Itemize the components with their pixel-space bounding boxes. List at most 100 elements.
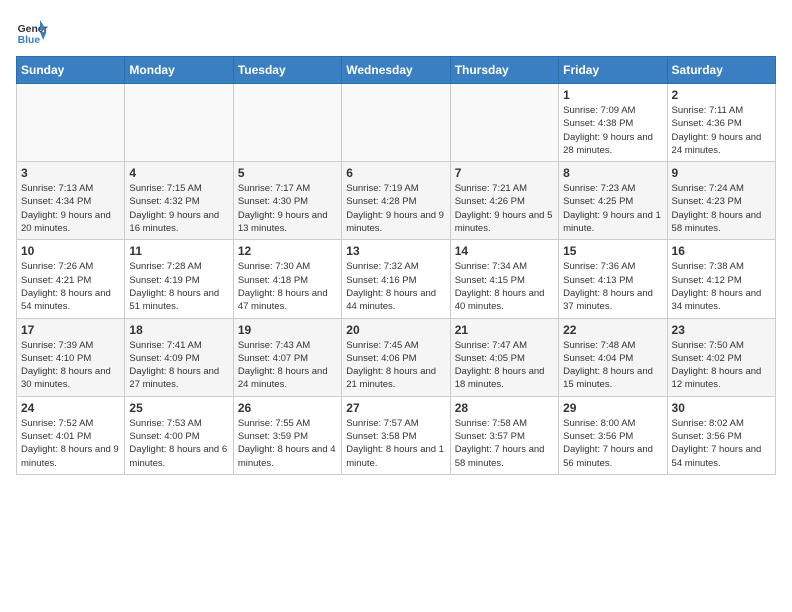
day-info: Sunrise: 7:09 AM Sunset: 4:38 PM Dayligh… (563, 104, 662, 157)
calendar-cell (125, 84, 233, 162)
day-info: Sunrise: 7:48 AM Sunset: 4:04 PM Dayligh… (563, 339, 662, 392)
calendar-cell: 9Sunrise: 7:24 AM Sunset: 4:23 PM Daylig… (667, 162, 775, 240)
day-number: 22 (563, 323, 662, 337)
day-number: 23 (672, 323, 771, 337)
calendar-cell: 10 Sunrise: 7:26 AM Sunset: 4:21 PM Dayli… (17, 240, 125, 318)
day-number: 20 (346, 323, 445, 337)
calendar-cell (342, 84, 450, 162)
calendar-cell: 22 Sunrise: 7:48 AM Sunset: 4:04 PM Dayli… (559, 318, 667, 396)
day-number: 24 (21, 401, 120, 415)
calendar-week-4: 17 Sunrise: 7:39 AM Sunset: 4:10 PM Dayli… (17, 318, 776, 396)
day-info: Sunrise: 7:41 AM Sunset: 4:09 PM Dayligh… (129, 339, 228, 392)
calendar-cell: 28 Sunrise: 7:58 AM Sunset: 3:57 PM Dayli… (450, 396, 558, 474)
day-number: 5 (238, 166, 337, 180)
day-number: 9 (672, 166, 771, 180)
calendar-cell (450, 84, 558, 162)
day-info: Sunrise: 7:34 AM Sunset: 4:15 PM Dayligh… (455, 260, 554, 313)
calendar-header-saturday: Saturday (667, 57, 775, 84)
page-header: General Blue (16, 16, 776, 48)
day-info: Sunrise: 7:28 AM Sunset: 4:19 PM Dayligh… (129, 260, 228, 313)
calendar-week-2: 3Sunrise: 7:13 AM Sunset: 4:34 PM Daylig… (17, 162, 776, 240)
day-info: Sunrise: 7:58 AM Sunset: 3:57 PM Dayligh… (455, 417, 554, 470)
day-info: Sunrise: 7:23 AM Sunset: 4:25 PM Dayligh… (563, 182, 662, 235)
logo: General Blue (16, 16, 48, 48)
calendar-cell: 30 Sunrise: 8:02 AM Sunset: 3:56 PM Dayli… (667, 396, 775, 474)
day-info: Sunrise: 7:45 AM Sunset: 4:06 PM Dayligh… (346, 339, 445, 392)
day-number: 27 (346, 401, 445, 415)
calendar-header-row: SundayMondayTuesdayWednesdayThursdayFrid… (17, 57, 776, 84)
day-info: Sunrise: 7:43 AM Sunset: 4:07 PM Dayligh… (238, 339, 337, 392)
day-info: Sunrise: 7:30 AM Sunset: 4:18 PM Dayligh… (238, 260, 337, 313)
calendar-cell: 21 Sunrise: 7:47 AM Sunset: 4:05 PM Dayli… (450, 318, 558, 396)
day-number: 4 (129, 166, 228, 180)
day-number: 25 (129, 401, 228, 415)
day-number: 30 (672, 401, 771, 415)
calendar-cell: 6 Sunrise: 7:19 AM Sunset: 4:28 PM Daylig… (342, 162, 450, 240)
calendar-header-sunday: Sunday (17, 57, 125, 84)
day-number: 16 (672, 244, 771, 258)
day-info: Sunrise: 7:19 AM Sunset: 4:28 PM Dayligh… (346, 182, 445, 235)
day-number: 19 (238, 323, 337, 337)
day-info: Sunrise: 7:55 AM Sunset: 3:59 PM Dayligh… (238, 417, 337, 470)
calendar-table: SundayMondayTuesdayWednesdayThursdayFrid… (16, 56, 776, 475)
calendar-cell: 19 Sunrise: 7:43 AM Sunset: 4:07 PM Dayli… (233, 318, 341, 396)
calendar-cell: 5 Sunrise: 7:17 AM Sunset: 4:30 PM Daylig… (233, 162, 341, 240)
day-info: Sunrise: 7:52 AM Sunset: 4:01 PM Dayligh… (21, 417, 120, 470)
day-info: Sunrise: 7:57 AM Sunset: 3:58 PM Dayligh… (346, 417, 445, 470)
calendar-cell: 17 Sunrise: 7:39 AM Sunset: 4:10 PM Dayli… (17, 318, 125, 396)
day-info: Sunrise: 7:21 AM Sunset: 4:26 PM Dayligh… (455, 182, 554, 235)
calendar-cell: 26 Sunrise: 7:55 AM Sunset: 3:59 PM Dayli… (233, 396, 341, 474)
day-info: Sunrise: 7:32 AM Sunset: 4:16 PM Dayligh… (346, 260, 445, 313)
day-number: 21 (455, 323, 554, 337)
day-number: 14 (455, 244, 554, 258)
calendar-cell (17, 84, 125, 162)
day-info: Sunrise: 8:00 AM Sunset: 3:56 PM Dayligh… (563, 417, 662, 470)
day-number: 1 (563, 88, 662, 102)
day-info: Sunrise: 7:38 AM Sunset: 4:12 PM Dayligh… (672, 260, 771, 313)
day-number: 6 (346, 166, 445, 180)
calendar-cell: 14 Sunrise: 7:34 AM Sunset: 4:15 PM Dayli… (450, 240, 558, 318)
calendar-cell: 4 Sunrise: 7:15 AM Sunset: 4:32 PM Daylig… (125, 162, 233, 240)
day-info: Sunrise: 7:13 AM Sunset: 4:34 PM Dayligh… (21, 182, 120, 235)
calendar-header-thursday: Thursday (450, 57, 558, 84)
day-info: Sunrise: 7:47 AM Sunset: 4:05 PM Dayligh… (455, 339, 554, 392)
day-info: Sunrise: 7:17 AM Sunset: 4:30 PM Dayligh… (238, 182, 337, 235)
calendar-cell: 2 Sunrise: 7:11 AM Sunset: 4:36 PM Daylig… (667, 84, 775, 162)
calendar-cell: 24 Sunrise: 7:52 AM Sunset: 4:01 PM Dayli… (17, 396, 125, 474)
calendar-header-monday: Monday (125, 57, 233, 84)
calendar-cell: 23Sunrise: 7:50 AM Sunset: 4:02 PM Dayli… (667, 318, 775, 396)
day-number: 17 (21, 323, 120, 337)
calendar-cell: 8 Sunrise: 7:23 AM Sunset: 4:25 PM Daylig… (559, 162, 667, 240)
day-number: 8 (563, 166, 662, 180)
calendar-cell: 11 Sunrise: 7:28 AM Sunset: 4:19 PM Dayli… (125, 240, 233, 318)
day-number: 26 (238, 401, 337, 415)
calendar-cell: 16 Sunrise: 7:38 AM Sunset: 4:12 PM Dayli… (667, 240, 775, 318)
logo-icon: General Blue (16, 16, 48, 48)
calendar-cell: 27 Sunrise: 7:57 AM Sunset: 3:58 PM Dayli… (342, 396, 450, 474)
day-number: 13 (346, 244, 445, 258)
calendar-header-tuesday: Tuesday (233, 57, 341, 84)
day-info: Sunrise: 8:02 AM Sunset: 3:56 PM Dayligh… (672, 417, 771, 470)
day-number: 28 (455, 401, 554, 415)
calendar-cell: 13 Sunrise: 7:32 AM Sunset: 4:16 PM Dayli… (342, 240, 450, 318)
day-info: Sunrise: 7:26 AM Sunset: 4:21 PM Dayligh… (21, 260, 120, 313)
day-number: 18 (129, 323, 228, 337)
day-info: Sunrise: 7:53 AM Sunset: 4:00 PM Dayligh… (129, 417, 228, 470)
calendar-cell: 3Sunrise: 7:13 AM Sunset: 4:34 PM Daylig… (17, 162, 125, 240)
day-info: Sunrise: 7:11 AM Sunset: 4:36 PM Dayligh… (672, 104, 771, 157)
day-info: Sunrise: 7:15 AM Sunset: 4:32 PM Dayligh… (129, 182, 228, 235)
calendar-week-3: 10 Sunrise: 7:26 AM Sunset: 4:21 PM Dayli… (17, 240, 776, 318)
calendar-cell: 20 Sunrise: 7:45 AM Sunset: 4:06 PM Dayli… (342, 318, 450, 396)
day-info: Sunrise: 7:39 AM Sunset: 4:10 PM Dayligh… (21, 339, 120, 392)
day-number: 15 (563, 244, 662, 258)
day-number: 10 (21, 244, 120, 258)
day-number: 29 (563, 401, 662, 415)
calendar-cell: 29 Sunrise: 8:00 AM Sunset: 3:56 PM Dayli… (559, 396, 667, 474)
day-number: 12 (238, 244, 337, 258)
calendar-week-1: 1 Sunrise: 7:09 AM Sunset: 4:38 PM Daylig… (17, 84, 776, 162)
calendar-week-5: 24 Sunrise: 7:52 AM Sunset: 4:01 PM Dayli… (17, 396, 776, 474)
calendar-header-wednesday: Wednesday (342, 57, 450, 84)
calendar-cell: 15Sunrise: 7:36 AM Sunset: 4:13 PM Dayli… (559, 240, 667, 318)
day-number: 11 (129, 244, 228, 258)
day-number: 2 (672, 88, 771, 102)
